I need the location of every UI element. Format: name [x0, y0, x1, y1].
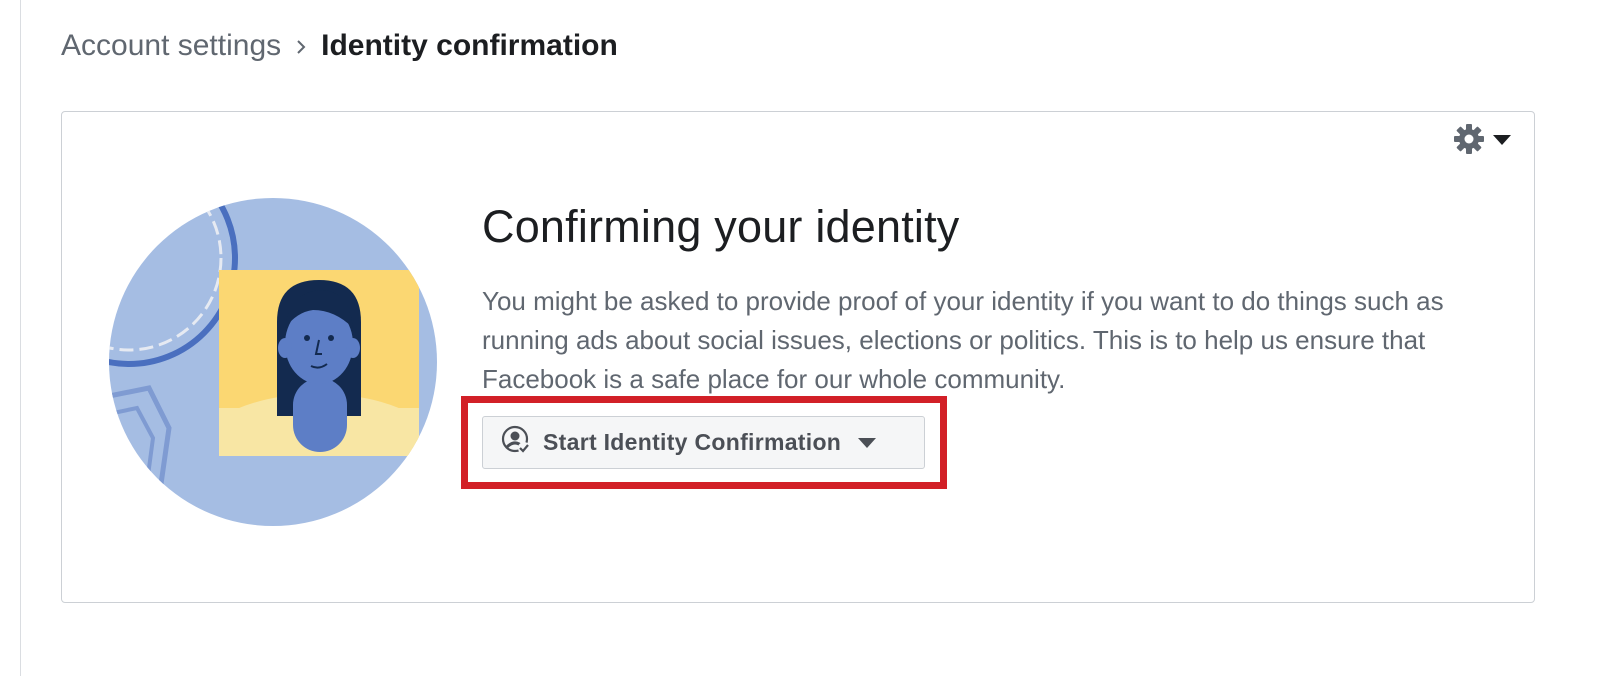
- card-title: Confirming your identity: [482, 201, 960, 252]
- chevron-right-icon: [281, 29, 321, 63]
- breadcrumb-current-page: Identity confirmation: [321, 29, 618, 62]
- breadcrumb-account-settings-link[interactable]: Account settings: [61, 29, 281, 63]
- gear-icon: [1452, 122, 1486, 161]
- start-identity-confirmation-button[interactable]: Start Identity Confirmation: [482, 416, 925, 469]
- caret-down-icon: [857, 437, 877, 449]
- card-description: You might be asked to provide proof of y…: [482, 286, 1444, 394]
- user-check-icon: [501, 425, 531, 460]
- left-divider: [20, 0, 21, 676]
- card-content: Confirming your identity You might be as…: [482, 198, 1492, 399]
- person-id-illustration: [109, 198, 437, 526]
- breadcrumb: Account settings Identity confirmation: [61, 26, 618, 66]
- settings-menu-button[interactable]: [1452, 122, 1512, 161]
- caret-down-icon: [1492, 133, 1512, 151]
- start-button-label: Start Identity Confirmation: [543, 429, 842, 455]
- identity-confirmation-card: Confirming your identity You might be as…: [61, 111, 1535, 603]
